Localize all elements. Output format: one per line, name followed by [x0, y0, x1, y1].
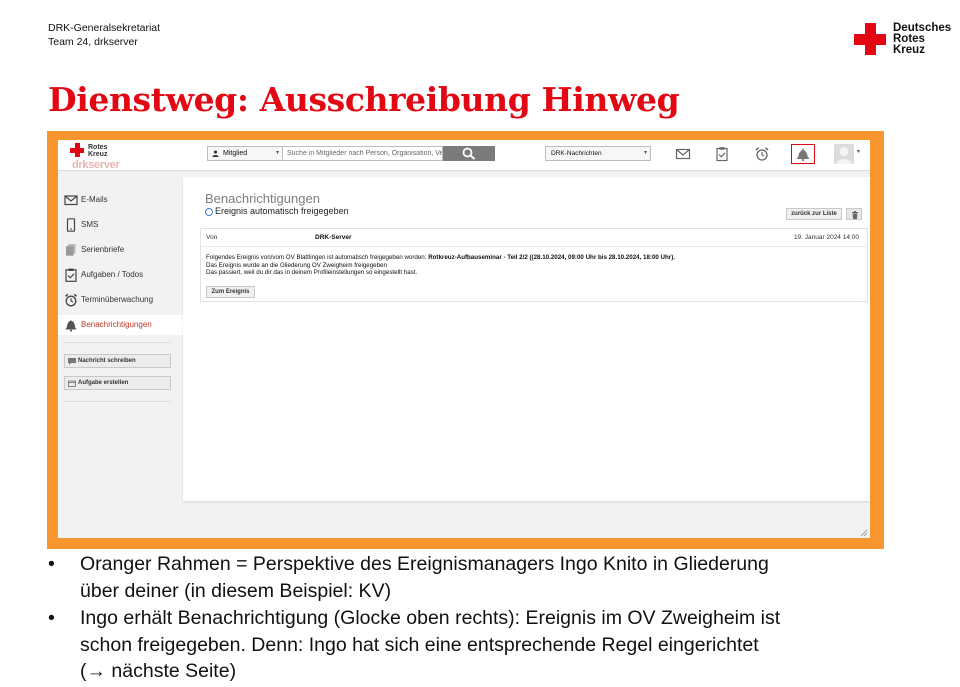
bullet-line: schon freigegeben. Denn: Ingo hat sich e… — [80, 633, 759, 656]
envelope-icon — [64, 195, 78, 206]
resize-handle-icon[interactable] — [860, 529, 868, 537]
clipboard-icon — [65, 268, 77, 282]
sidebar-item-serienbriefe[interactable]: Serienbriefe — [58, 240, 183, 260]
notification-message: Von DRK-Server 19. Januar 2024 14:00 Fol… — [200, 228, 868, 302]
bullet-item: • Ingo erhält Benachrichtigung (Glocke o… — [48, 605, 938, 685]
caret-down-icon: ▾ — [643, 150, 647, 156]
app-logo-line-1: Rotes — [88, 144, 108, 151]
news-select[interactable]: DRK-Nachrichten ▾ — [545, 146, 651, 161]
sidebar-divider — [64, 342, 171, 343]
avatar-icon — [836, 147, 852, 164]
trash-icon — [851, 210, 858, 219]
sidebar-item-label: Terminüberwachung — [81, 295, 154, 304]
search-button[interactable] — [443, 146, 495, 161]
sidebar: E-Mails SMS Serienbriefe Aufgaben / Todo… — [58, 171, 183, 538]
drk-logo: Deutsches Rotes Kreuz — [854, 22, 958, 57]
mail-icon[interactable] — [674, 146, 692, 162]
message-body: Folgendes Ereignis von/vom OV Blattlinge… — [206, 254, 675, 277]
message-line-1: Folgendes Ereignis von/vom OV Blattlinge… — [206, 254, 675, 262]
message-date: 19. Januar 2024 14:00 — [793, 234, 859, 241]
back-to-list-button[interactable]: zurück zur Liste — [786, 208, 842, 220]
member-select-label: Mitglied — [223, 150, 248, 157]
from-value: DRK-Server — [315, 234, 352, 241]
app-screenshot: Rotes Kreuz drkserver Mitglied ▾ DRK-Nac… — [58, 140, 870, 538]
sidebar-item-label: Aufgaben / Todos — [81, 270, 144, 279]
chat-icon — [68, 358, 76, 365]
notification-subtitle: Ereignis automatisch freigegeben — [205, 206, 349, 217]
orange-frame: Rotes Kreuz drkserver Mitglied ▾ DRK-Nac… — [47, 131, 884, 549]
top-bar: Rotes Kreuz drkserver Mitglied ▾ DRK-Nac… — [58, 140, 870, 171]
clipboard-check-icon[interactable] — [713, 146, 731, 162]
org-line-1: DRK-Generalsekretariat — [48, 22, 161, 34]
app-logo-line-2: Kreuz — [88, 151, 108, 158]
sidebar-item-aufgaben[interactable]: Aufgaben / Todos — [58, 265, 183, 285]
drkserver-logo[interactable]: Rotes Kreuz drkserver — [68, 142, 138, 171]
circle-icon — [205, 207, 213, 216]
sidebar-item-label: Serienbriefe — [81, 245, 125, 254]
wordmark-part-c: kserver — [82, 159, 120, 171]
documents-icon — [66, 244, 76, 256]
bullet-line: Ingo erhält Benachrichtigung (Glocke obe… — [80, 607, 781, 629]
bell-icon — [65, 320, 77, 332]
bell-icon — [797, 148, 809, 161]
caret-down-icon: ▾ — [275, 150, 279, 156]
user-avatar[interactable] — [834, 144, 854, 164]
sidebar-item-sms[interactable]: SMS — [58, 215, 183, 235]
notification-panel: Benachrichtigungen Ereignis automatisch … — [183, 177, 870, 501]
mini-red-cross-icon — [70, 143, 84, 157]
sidebar-divider — [64, 401, 171, 402]
app-logo-wordmark: drkserver — [72, 159, 120, 171]
bullet-line: (→ nächste Seite) — [80, 660, 237, 682]
message-header: Von DRK-Server 19. Januar 2024 14:00 — [201, 229, 867, 247]
write-message-button[interactable]: Nachricht schreiben — [64, 354, 171, 368]
news-select-label: DRK-Nachrichten — [551, 150, 602, 157]
red-cross-icon — [854, 23, 886, 55]
org-line-2: Team 24, drkserver — [48, 36, 138, 48]
message-line-2: Das Ereignis wurde an die Gliederung OV … — [206, 261, 387, 269]
alarm-clock-icon[interactable] — [753, 146, 771, 162]
from-label: Von — [206, 234, 218, 241]
sidebar-item-emails[interactable]: E-Mails — [58, 190, 183, 210]
alarm-icon — [65, 293, 77, 307]
bullet-line: Oranger Rahmen = Perspektive des Ereigni… — [80, 553, 769, 575]
event-title: Rotkreuz-Aufbauseminar - Teil 2/2 ((28.1… — [428, 254, 675, 261]
sidebar-item-label: E-Mails — [81, 195, 108, 204]
page-title: Benachrichtigungen — [205, 191, 320, 206]
sidebar-item-label: SMS — [81, 220, 99, 229]
message-line-1-prefix: Folgendes Ereignis von/vom OV Blattlinge… — [206, 254, 429, 261]
search-input[interactable] — [283, 146, 443, 161]
bullet-item: • Oranger Rahmen = Perspektive des Ereig… — [48, 551, 938, 604]
member-type-select[interactable]: Mitglied ▾ — [207, 146, 283, 161]
calendar-icon — [68, 380, 76, 387]
avatar-caret-icon[interactable]: ▾ — [857, 148, 860, 155]
sidebar-item-label: Benachrichtigungen — [81, 320, 152, 329]
person-icon — [212, 150, 219, 157]
bullet-symbol: • — [48, 607, 55, 629]
sidebar-item-benachrichtigungen[interactable]: Benachrichtigungen — [58, 315, 183, 335]
write-message-label: Nachricht schreiben — [78, 358, 136, 364]
bullet-symbol: • — [48, 553, 55, 575]
bullet-list: • Oranger Rahmen = Perspektive des Ereig… — [48, 551, 938, 686]
message-line-3: Das passiert, weil du dir das in deinem … — [206, 269, 418, 276]
phone-icon — [66, 218, 76, 232]
delete-button[interactable] — [846, 208, 862, 220]
slide-title: Dienstweg: Ausschreibung Hinweg — [48, 80, 680, 119]
sidebar-item-terminueberwachung[interactable]: Terminüberwachung — [58, 290, 183, 310]
subtitle-text: Ereignis automatisch freigegeben — [215, 206, 349, 216]
bullet-line: über deiner (in diesem Beispiel: KV) — [80, 579, 392, 602]
search-icon — [462, 147, 476, 160]
go-to-event-button[interactable]: Zum Ereignis — [206, 286, 255, 298]
create-task-label: Aufgabe erstellen — [78, 380, 129, 386]
logo-line-3: Kreuz — [893, 44, 925, 56]
create-task-button[interactable]: Aufgabe erstellen — [64, 376, 171, 390]
notification-bell-button[interactable] — [791, 144, 815, 164]
